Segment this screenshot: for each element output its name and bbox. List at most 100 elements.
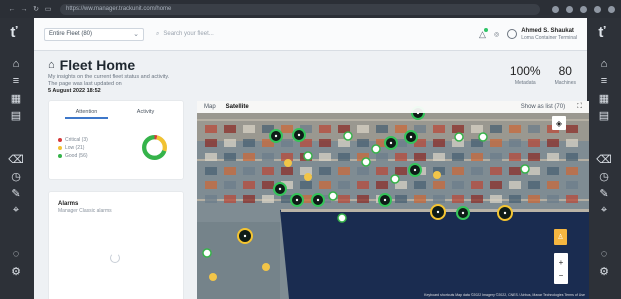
street-view-icon[interactable]: ♙: [554, 229, 567, 245]
document-icon[interactable]: ▤: [597, 108, 611, 122]
map-marker-center: [274, 134, 278, 138]
shield-icon[interactable]: [552, 5, 559, 13]
tab-activity[interactable]: Activity: [116, 109, 175, 119]
left-navigation-rail: ť ⌂ ≡ ▦ ▤ ⌫ ◷ ✎ ⌖ ◌ ⚙: [0, 18, 33, 299]
map-machine-marker[interactable]: [303, 151, 313, 161]
container-stack: [547, 167, 559, 175]
brand-icon[interactable]: ť: [7, 24, 21, 41]
back-icon[interactable]: ←: [6, 6, 18, 13]
list-icon[interactable]: ≡: [9, 74, 23, 88]
map-machine-marker[interactable]: [337, 213, 347, 223]
zoom-in-icon[interactable]: +: [559, 256, 564, 269]
container-stack: [452, 125, 464, 133]
refresh-icon[interactable]: ↻: [30, 5, 42, 13]
map-marker-center: [409, 135, 413, 139]
satellite-mode-button[interactable]: Satellite: [226, 104, 249, 110]
alert-icon[interactable]: △: [479, 27, 488, 40]
map-machine-marker[interactable]: [520, 164, 530, 174]
map-machine-marker[interactable]: [304, 173, 312, 181]
container-stack: [452, 195, 464, 203]
map-machine-marker[interactable]: [202, 248, 212, 258]
bell-icon[interactable]: ◌: [9, 247, 23, 261]
user-menu[interactable]: Ahmed S. Shaukat Loma Container Terminal: [507, 28, 577, 41]
document-icon[interactable]: ▤: [9, 108, 23, 122]
map-marker-center: [436, 210, 440, 214]
map-mode-button[interactable]: Map: [204, 104, 216, 110]
fleet-map[interactable]: Map Satellite Show as list (70) ⛶ ◈ ♙ + …: [197, 101, 589, 299]
trash-icon[interactable]: ⌫: [8, 152, 24, 166]
fleet-selector[interactable]: Entire Fleet (80) ⌄: [44, 27, 144, 41]
search-input[interactable]: ⌕ Search your fleet...: [156, 31, 214, 38]
container-stack: [509, 167, 521, 175]
pin-icon[interactable]: ⌖: [9, 203, 23, 217]
pin-icon[interactable]: ⌖: [597, 203, 611, 217]
map-machine-marker[interactable]: [478, 132, 488, 142]
map-machine-marker[interactable]: [209, 273, 217, 281]
attention-card: Attention Activity Critical (3) Low (21)…: [49, 101, 183, 179]
map-machine-marker[interactable]: [454, 132, 464, 142]
settings-icon[interactable]: ⚙: [9, 264, 23, 278]
satellite-map[interactable]: [197, 101, 589, 299]
brand-icon[interactable]: ť: [595, 24, 609, 41]
container-stack: [433, 195, 445, 203]
fullscreen-icon[interactable]: ⛶: [577, 103, 582, 111]
map-machine-marker[interactable]: [262, 263, 270, 271]
list-icon[interactable]: ≡: [597, 74, 611, 88]
map-marker-center: [316, 198, 320, 202]
container-stack: [490, 153, 502, 161]
page-title: Fleet Home: [59, 57, 136, 73]
container-stack: [490, 139, 502, 147]
map-machine-marker[interactable]: [328, 191, 338, 201]
map-machine-marker[interactable]: [284, 159, 292, 167]
zoom-out-icon[interactable]: −: [559, 269, 564, 282]
map-machine-marker[interactable]: [343, 131, 353, 141]
chevron-down-icon: ⌄: [133, 31, 139, 38]
more-icon[interactable]: [608, 5, 615, 13]
container-stack: [414, 195, 426, 203]
map-machine-marker[interactable]: [390, 174, 400, 184]
home-icon[interactable]: ⌂: [597, 57, 611, 71]
calculator-icon[interactable]: ▦: [597, 91, 611, 105]
container-stack: [395, 125, 407, 133]
forward-icon[interactable]: →: [18, 6, 30, 13]
profile-icon[interactable]: [594, 5, 601, 13]
container-stack: [490, 195, 502, 203]
container-stack: [376, 181, 388, 189]
search-icon: ⌕: [156, 30, 160, 37]
container-stack: [509, 125, 521, 133]
favorites-icon[interactable]: [566, 5, 573, 13]
map-layer-button[interactable]: ◈: [552, 116, 566, 130]
clock-icon[interactable]: ◷: [597, 169, 611, 183]
settings-icon[interactable]: ⚙: [597, 264, 611, 278]
address-bar[interactable]: https://ww.manager.trackunit.com/home: [60, 3, 540, 15]
container-stack: [262, 195, 274, 203]
trash-icon[interactable]: ⌫: [596, 152, 612, 166]
topbar-actions: △ ◎ Ahmed S. Shaukat Loma Container Term…: [479, 27, 577, 41]
help-icon[interactable]: ◎: [494, 31, 499, 38]
show-list-button[interactable]: Show as list (70): [521, 104, 565, 110]
low-dot: [58, 146, 62, 150]
container-stack: [357, 195, 369, 203]
container-stack: [338, 167, 350, 175]
container-stack: [262, 181, 274, 189]
page-header: ⌂ Fleet Home My insights on the current …: [34, 51, 587, 97]
map-machine-marker[interactable]: [371, 144, 381, 154]
home-icon[interactable]: ⌂: [9, 57, 23, 71]
container-stack: [471, 153, 483, 161]
map-machine-marker[interactable]: [433, 171, 441, 179]
wrench-icon[interactable]: ✎: [597, 186, 611, 200]
clock-icon[interactable]: ◷: [9, 169, 23, 183]
wrench-icon[interactable]: ✎: [9, 186, 23, 200]
container-stack: [281, 139, 293, 147]
bell-icon[interactable]: ◌: [597, 247, 611, 261]
map-machine-marker[interactable]: [361, 157, 371, 167]
calculator-icon[interactable]: ▦: [9, 91, 23, 105]
container-stack: [205, 181, 217, 189]
tab-attention[interactable]: Attention: [57, 109, 116, 119]
zoom-controls[interactable]: + −: [554, 253, 568, 284]
extensions-icon[interactable]: [580, 5, 587, 13]
container-stack: [319, 181, 331, 189]
container-stack: [433, 139, 445, 147]
container-stack: [547, 195, 559, 203]
kpi-machines: 80 Machines: [555, 65, 576, 86]
